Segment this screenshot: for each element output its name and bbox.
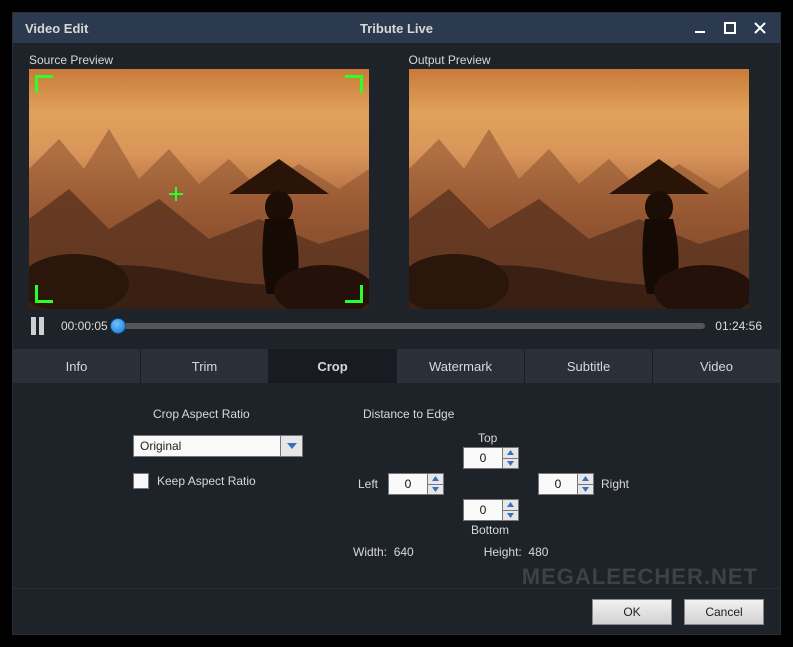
edge-right-value: 0: [538, 473, 578, 495]
spinner-up-icon[interactable]: [578, 473, 594, 484]
output-preview-scene: [409, 69, 749, 309]
tab-watermark[interactable]: Watermark: [397, 349, 525, 383]
close-button[interactable]: [752, 20, 768, 36]
source-preview[interactable]: [29, 69, 369, 309]
spinner-down-icon[interactable]: [503, 458, 519, 470]
source-preview-scene: [29, 69, 369, 309]
keep-aspect-checkbox[interactable]: [133, 473, 149, 489]
source-preview-col: Source Preview: [29, 53, 385, 309]
output-preview-label: Output Preview: [409, 53, 765, 67]
total-time: 01:24:56: [715, 319, 762, 333]
edge-right-label: Right: [601, 477, 629, 491]
window-controls: [692, 20, 780, 36]
tab-trim[interactable]: Trim: [141, 349, 269, 383]
tab-crop[interactable]: Crop: [269, 349, 397, 383]
edge-distance-section: Distance to Edge Top 0 Left 0 0 Right: [363, 407, 750, 578]
edge-left-label: Left: [358, 477, 378, 491]
edge-bottom-label: Bottom: [471, 523, 509, 537]
spinner-up-icon[interactable]: [428, 473, 444, 484]
titlebar: Video Edit Tribute Live: [13, 13, 780, 43]
video-edit-window: Video Edit Tribute Live Source Preview: [12, 12, 781, 635]
aspect-ratio-value: Original: [133, 435, 281, 457]
timeline-slider[interactable]: [118, 323, 706, 329]
tab-subtitle[interactable]: Subtitle: [525, 349, 653, 383]
edge-left-value: 0: [388, 473, 428, 495]
edge-right-input[interactable]: 0: [538, 473, 594, 495]
crop-aspect-section: Crop Aspect Ratio Original Keep Aspect R…: [43, 407, 303, 578]
edge-grid: Top 0 Left 0 0 Right 0: [363, 435, 750, 555]
edge-bottom-input[interactable]: 0: [463, 499, 519, 521]
minimize-button[interactable]: [692, 20, 708, 36]
edge-top-value: 0: [463, 447, 503, 469]
distance-to-edge-label: Distance to Edge: [363, 407, 750, 421]
aspect-ratio-label: Crop Aspect Ratio: [133, 407, 303, 421]
source-preview-label: Source Preview: [29, 53, 385, 67]
spinner-up-icon[interactable]: [503, 499, 519, 510]
play-pause-button[interactable]: [31, 317, 51, 335]
window-title: Tribute Live: [360, 21, 433, 36]
edge-top-input[interactable]: 0: [463, 447, 519, 469]
crop-handle-tl[interactable]: [35, 75, 53, 93]
width-readout: Width: 640: [353, 545, 414, 559]
crop-handle-bl[interactable]: [35, 285, 53, 303]
previews-row: Source Preview: [13, 43, 780, 309]
maximize-button[interactable]: [722, 20, 738, 36]
tab-video[interactable]: Video: [653, 349, 780, 383]
edge-left-input[interactable]: 0: [388, 473, 444, 495]
spinner-up-icon[interactable]: [503, 447, 519, 458]
ok-button[interactable]: OK: [592, 599, 672, 625]
dialog-footer: OK Cancel: [13, 588, 780, 634]
keep-aspect-label: Keep Aspect Ratio: [157, 474, 256, 488]
tabs-bar: Info Trim Crop Watermark Subtitle Video: [13, 349, 780, 383]
timeline-thumb[interactable]: [110, 318, 126, 334]
dropdown-arrow-icon[interactable]: [281, 435, 303, 457]
crop-handle-br[interactable]: [345, 285, 363, 303]
edge-top-label: Top: [478, 431, 497, 445]
spinner-down-icon[interactable]: [428, 484, 444, 496]
timeline: 00:00:05 01:24:56: [13, 309, 780, 349]
aspect-ratio-dropdown[interactable]: Original: [133, 435, 303, 457]
keep-aspect-row: Keep Aspect Ratio: [133, 473, 303, 489]
edge-bottom-value: 0: [463, 499, 503, 521]
current-time: 00:00:05: [61, 319, 108, 333]
spinner-down-icon[interactable]: [578, 484, 594, 496]
cancel-button[interactable]: Cancel: [684, 599, 764, 625]
crop-panel: Crop Aspect Ratio Original Keep Aspect R…: [13, 383, 780, 588]
app-name: Video Edit: [13, 21, 88, 36]
output-preview: [409, 69, 749, 309]
tab-info[interactable]: Info: [13, 349, 141, 383]
crop-center-marker[interactable]: [169, 187, 183, 201]
height-readout: Height: 480: [484, 545, 549, 559]
spinner-down-icon[interactable]: [503, 510, 519, 522]
crop-handle-tr[interactable]: [345, 75, 363, 93]
output-preview-col: Output Preview: [409, 53, 765, 309]
